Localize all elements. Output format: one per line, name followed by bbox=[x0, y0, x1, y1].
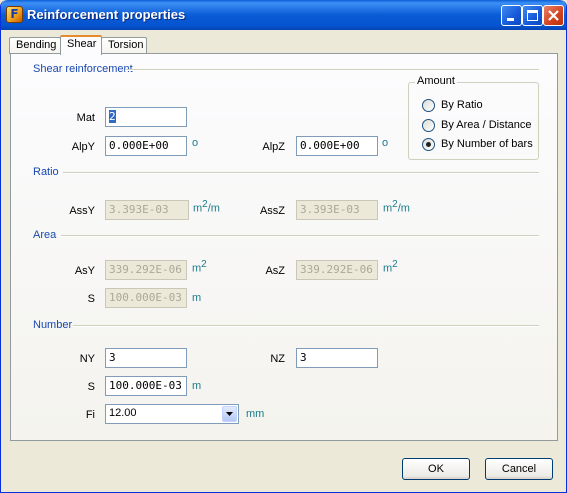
fi-label: Fi bbox=[85, 409, 95, 421]
assy-input[interactable]: 3.393E-03 bbox=[105, 200, 189, 220]
group-divider bbox=[61, 235, 539, 237]
close-icon bbox=[548, 10, 559, 21]
alpz-unit: o bbox=[382, 137, 389, 149]
tab-torsion[interactable]: Torsion bbox=[101, 37, 147, 54]
assz-unit: m2/m bbox=[383, 199, 410, 215]
asy-label: AsY bbox=[74, 265, 95, 277]
assy-label: AssY bbox=[69, 205, 95, 217]
number-s-label: S bbox=[87, 381, 95, 393]
asz-unit: m2 bbox=[383, 259, 398, 275]
number-s-input[interactable]: 100.000E-03 bbox=[105, 376, 187, 396]
number-s-unit: m bbox=[192, 380, 202, 392]
fi-unit: mm bbox=[246, 408, 265, 420]
asz-input[interactable]: 339.292E-06 bbox=[296, 260, 378, 280]
asy-input[interactable]: 339.292E-06 bbox=[105, 260, 187, 280]
alpy-label: AlpY bbox=[71, 141, 95, 153]
fi-select[interactable]: 12.00 bbox=[105, 404, 239, 424]
chevron-down-icon bbox=[226, 412, 233, 416]
fi-selected-value: 12.00 bbox=[109, 407, 137, 419]
area-s-unit: m bbox=[192, 292, 202, 304]
amount-label: Amount bbox=[415, 75, 457, 87]
close-button[interactable] bbox=[543, 5, 564, 26]
mat-label: Mat bbox=[76, 112, 95, 124]
area-s-input[interactable]: 100.000E-03 bbox=[105, 288, 187, 308]
alpz-input[interactable]: 0.000E+00 bbox=[296, 136, 378, 156]
ny-label: NY bbox=[79, 353, 95, 365]
dialog-window: F Reinforcement properties Bending Shear… bbox=[0, 0, 567, 493]
shear-reinforcement-group-label: Shear reinforcement bbox=[33, 63, 133, 75]
title-bar[interactable]: F Reinforcement properties bbox=[1, 0, 566, 30]
maximize-icon bbox=[527, 10, 538, 21]
minimize-icon bbox=[507, 18, 514, 21]
minimize-button[interactable] bbox=[501, 5, 522, 26]
mat-input[interactable]: 2 bbox=[105, 107, 187, 127]
asz-label: AsZ bbox=[265, 265, 285, 277]
window-title: Reinforcement properties bbox=[27, 7, 186, 22]
tab-shear[interactable]: Shear bbox=[60, 35, 102, 55]
by-number-of-bars-radio[interactable] bbox=[422, 138, 435, 151]
number-group-label: Number bbox=[33, 319, 73, 331]
alpy-unit: o bbox=[192, 137, 199, 149]
fi-dropdown-button[interactable] bbox=[222, 406, 237, 422]
asy-unit: m2 bbox=[192, 259, 207, 275]
area-group-label: Area bbox=[33, 229, 57, 241]
ok-button[interactable]: OK bbox=[402, 458, 470, 480]
alpz-label: AlpZ bbox=[262, 141, 285, 153]
assz-input[interactable]: 3.393E-03 bbox=[296, 200, 378, 220]
by-ratio-label[interactable]: By Ratio bbox=[441, 99, 483, 111]
maximize-button[interactable] bbox=[522, 5, 543, 26]
assz-label: AssZ bbox=[259, 205, 285, 217]
alpy-input[interactable]: 0.000E+00 bbox=[105, 136, 187, 156]
by-area-distance-radio[interactable] bbox=[422, 119, 435, 132]
by-ratio-radio[interactable] bbox=[422, 99, 435, 112]
assy-unit: m2/m bbox=[193, 199, 220, 215]
nz-input[interactable]: 3 bbox=[296, 348, 378, 368]
group-divider bbox=[73, 325, 539, 327]
tab-bending[interactable]: Bending bbox=[9, 37, 61, 54]
ny-input[interactable]: 3 bbox=[105, 348, 187, 368]
group-divider bbox=[63, 172, 539, 174]
nz-label: NZ bbox=[270, 353, 285, 365]
by-area-distance-label[interactable]: By Area / Distance bbox=[441, 119, 532, 131]
group-divider bbox=[125, 69, 539, 71]
cancel-button[interactable]: Cancel bbox=[485, 458, 553, 480]
area-s-label: S bbox=[87, 293, 95, 305]
app-icon: F bbox=[6, 6, 23, 23]
by-number-of-bars-label[interactable]: By Number of bars bbox=[441, 138, 533, 150]
ratio-group-label: Ratio bbox=[33, 166, 59, 178]
